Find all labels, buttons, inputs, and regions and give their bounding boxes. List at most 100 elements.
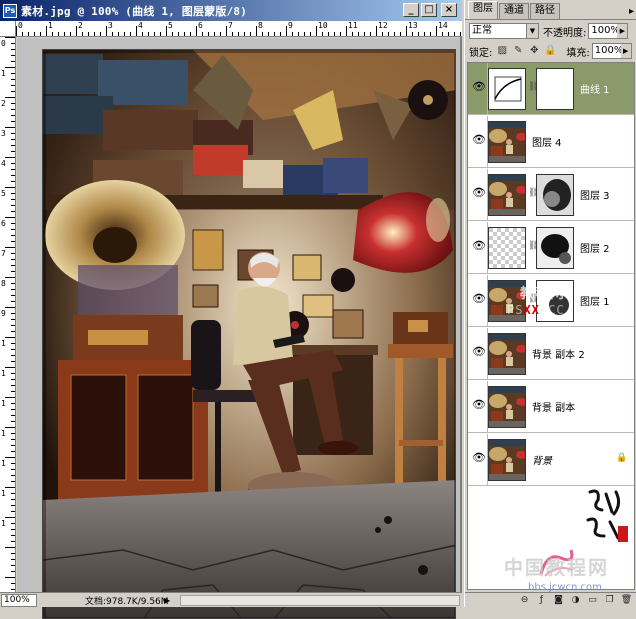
ruler-tick — [364, 32, 365, 36]
layer-visibility-toggle[interactable]: 👁 — [468, 328, 488, 379]
ruler-tick — [11, 271, 15, 272]
link-icon[interactable]: ⊖ — [518, 594, 531, 606]
ruler-tick — [11, 583, 15, 584]
adjustment-icon[interactable]: ◑ — [569, 594, 582, 606]
eye-icon[interactable]: 👁 — [472, 399, 486, 411]
opacity-field[interactable]: 100% ▶ — [588, 23, 629, 39]
tab-layers[interactable]: 图层 — [468, 1, 498, 19]
layer-row[interactable]: 👁 背景 🔒 — [468, 434, 634, 486]
lock-pixels-icon[interactable]: ✎ — [512, 45, 524, 57]
eye-icon[interactable]: 👁 — [472, 81, 486, 93]
horizontal-ruler[interactable]: 0 1 2 3 4 5 6 7 8 9 10 11 12 13 14 — [16, 21, 462, 37]
ruler-tick — [448, 32, 449, 36]
layer-name[interactable]: 背景 副本 2 — [532, 346, 585, 361]
layer-mask-thumbnail[interactable] — [536, 68, 574, 110]
ruler-tick — [202, 32, 203, 36]
vertical-ruler[interactable]: 0 1 2 3 4 5 6 7 8 9 1 1 1 1 1 1 1 — [0, 37, 16, 592]
eye-icon[interactable]: 👁 — [472, 293, 486, 305]
blend-mode-select[interactable]: 正常 ▼ — [469, 23, 539, 39]
maximize-button[interactable]: □ — [421, 3, 437, 17]
document-titlebar[interactable]: Ps 素材.jpg @ 100% (曲线 1, 图层蒙版/8) _ □ × — [0, 0, 462, 21]
ruler-tick — [5, 427, 15, 428]
layer-row[interactable]: 👁 背景 副本 2 — [468, 328, 634, 380]
eye-icon[interactable]: 👁 — [472, 240, 486, 252]
ruler-tick — [11, 559, 15, 560]
layer-visibility-toggle[interactable]: 👁 — [468, 381, 488, 432]
layer-mask-thumbnail[interactable] — [536, 227, 574, 269]
eye-icon[interactable]: 👁 — [472, 134, 486, 146]
chevron-right-icon[interactable]: ▶ — [617, 24, 628, 38]
tab-channels[interactable]: 通道 — [499, 3, 529, 19]
layer-visibility-toggle[interactable]: 👁 — [468, 275, 488, 326]
ruler-tick — [178, 32, 179, 36]
status-menu-arrow-icon[interactable]: ▶ — [164, 596, 170, 605]
ruler-tick — [5, 157, 15, 158]
ruler-tick — [11, 355, 15, 356]
lock-all-icon[interactable]: 🔒 — [544, 45, 556, 57]
layer-visibility-toggle[interactable]: 👁 — [468, 222, 488, 273]
ruler-tick — [11, 385, 15, 386]
close-button[interactable]: × — [441, 3, 457, 17]
ruler-tick — [11, 391, 15, 392]
layer-thumbnail[interactable] — [488, 439, 526, 481]
layer-thumbnail[interactable] — [488, 333, 526, 375]
layer-name[interactable]: 背景 — [532, 452, 552, 467]
eye-icon[interactable]: 👁 — [472, 452, 486, 464]
fill-field[interactable]: 100% ▶ — [591, 43, 632, 59]
ruler-tick — [106, 26, 107, 36]
ruler-tick — [11, 511, 15, 512]
eye-icon[interactable]: 👁 — [472, 187, 486, 199]
layer-name[interactable]: 图层 3 — [580, 187, 610, 202]
layer-visibility-toggle[interactable]: 👁 — [468, 169, 488, 220]
layer-thumbnail[interactable] — [488, 68, 526, 110]
layer-visibility-toggle[interactable]: 👁 — [468, 116, 488, 167]
layer-name[interactable]: 图层 4 — [532, 134, 562, 149]
chevron-right-icon[interactable]: ▶ — [620, 44, 631, 58]
ruler-number: 1 — [1, 489, 6, 498]
layer-visibility-toggle[interactable]: 👁 — [468, 434, 488, 485]
layer-name[interactable]: 背景 副本 — [532, 399, 575, 414]
ruler-number: 1 — [1, 339, 6, 348]
layers-panel-bottom-bar: ⊖ ƒ ◙ ◑ ▭ ❒ 🗑 — [465, 592, 636, 607]
watermark-url-prefix: PS — [507, 303, 524, 317]
ruler-origin[interactable] — [0, 21, 16, 37]
canvas-area[interactable] — [17, 38, 460, 619]
layer-row[interactable]: 👁 背景 副本 — [468, 381, 634, 433]
lock-position-icon[interactable]: ✥ — [528, 45, 540, 57]
ruler-tick — [11, 421, 15, 422]
lock-transparency-icon[interactable]: ▨ — [496, 45, 508, 57]
layer-thumbnail[interactable] — [488, 227, 526, 269]
document-info[interactable]: 文档:978.7K/9.56M — [85, 594, 169, 607]
layer-thumbnail[interactable] — [488, 121, 526, 163]
layer-thumbnail[interactable] — [488, 386, 526, 428]
panel-menu-icon[interactable]: ▸ — [629, 6, 634, 17]
layer-name[interactable]: 图层 1 — [580, 293, 610, 308]
zoom-field[interactable]: 100% — [1, 593, 37, 607]
horizontal-scrollbar[interactable] — [180, 595, 460, 606]
mask-icon[interactable]: ◙ — [552, 594, 565, 606]
layer-visibility-toggle[interactable]: 👁 — [468, 63, 488, 114]
fx-icon[interactable]: ƒ — [535, 594, 548, 606]
layer-row[interactable]: 👁 ⛓ 图层 3 — [468, 169, 634, 221]
eye-icon[interactable]: 👁 — [472, 346, 486, 358]
ruler-tick — [376, 26, 377, 36]
trash-icon[interactable]: 🗑 — [620, 594, 633, 606]
fill-value: 100% — [594, 45, 624, 56]
chevron-down-icon: ▼ — [526, 24, 538, 38]
ruler-tick — [5, 187, 15, 188]
layer-thumbnail[interactable] — [488, 174, 526, 216]
ruler-number: 10 — [318, 21, 328, 30]
minimize-button[interactable]: _ — [403, 3, 419, 17]
layer-row[interactable]: 👁 ⛓ 图层 2 — [468, 222, 634, 274]
ruler-tick — [11, 571, 15, 572]
tab-paths[interactable]: 路径 — [530, 3, 560, 19]
layer-name[interactable]: 图层 2 — [580, 240, 610, 255]
new-layer-icon[interactable]: ❒ — [603, 594, 616, 606]
folder-icon[interactable]: ▭ — [586, 594, 599, 606]
layer-row[interactable]: 👁 图层 4 — [468, 116, 634, 168]
layer-name[interactable]: 曲线 1 — [580, 81, 610, 96]
ruler-tick — [11, 175, 15, 176]
layer-row[interactable]: 👁 ⛓ 曲线 1 — [468, 63, 634, 115]
layer-mask-thumbnail[interactable] — [536, 174, 574, 216]
photo-old-man-gramophones[interactable] — [42, 49, 456, 619]
